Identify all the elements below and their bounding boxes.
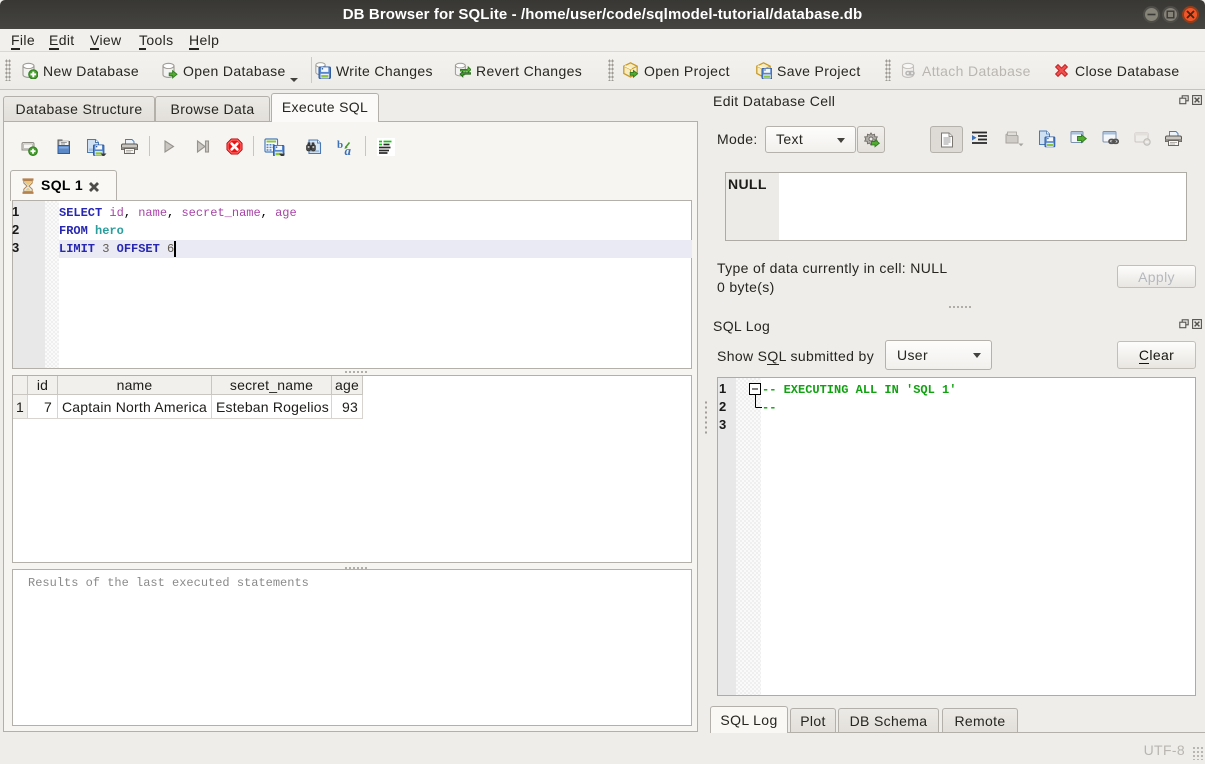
svg-text:b: b [337,139,343,151]
